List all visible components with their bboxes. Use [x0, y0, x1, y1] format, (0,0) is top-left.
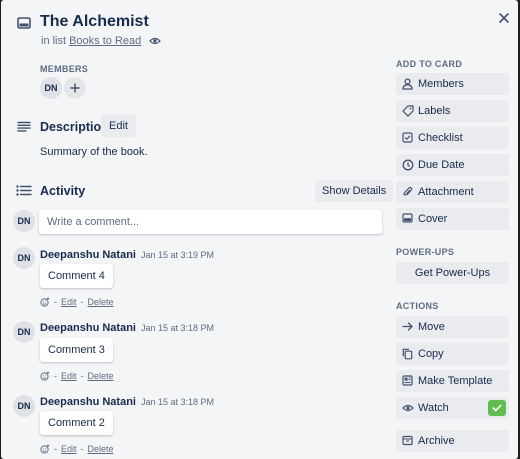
person-icon — [402, 78, 413, 90]
members-button[interactable]: Members — [396, 73, 509, 95]
card-title[interactable]: The Alchemist — [40, 13, 149, 31]
arrow-right-icon — [402, 321, 414, 332]
list-link[interactable]: Books to Read — [69, 35, 141, 47]
card-icon — [17, 17, 31, 29]
labels-button[interactable]: Labels — [396, 100, 509, 122]
copy-button[interactable]: Copy — [396, 343, 509, 365]
make-template-button-label: Make Template — [418, 375, 493, 387]
comment-input[interactable]: Write a comment... — [39, 210, 382, 234]
dash: - — [54, 297, 57, 307]
move-button[interactable]: Move — [396, 316, 509, 338]
add-reaction-icon[interactable] — [40, 371, 50, 381]
separator: - — [80, 444, 84, 454]
comment-timestamp[interactable]: Jan 15 at 3:18 PM — [141, 397, 214, 407]
watch-button-label: Watch — [418, 402, 449, 414]
comment-author-name[interactable]: Deepanshu Natani — [40, 249, 136, 261]
add-to-card-label: ADD TO CARD — [396, 59, 463, 69]
checklist-button-label: Checklist — [418, 132, 463, 144]
dash: - — [54, 371, 57, 381]
cover-button[interactable]: Cover — [396, 208, 509, 230]
cover-button-label: Cover — [418, 213, 448, 225]
description-heading: Description — [40, 120, 109, 134]
current-user-avatar: DN — [13, 210, 35, 232]
eye-icon — [149, 37, 162, 45]
get-power-ups-button[interactable]: Get Power-Ups — [396, 262, 509, 284]
comment-author: Deepanshu Natani Jan 15 at 3:18 PM — [40, 396, 214, 408]
comment-edit-link[interactable]: Edit — [61, 297, 77, 307]
checklist-icon — [402, 132, 413, 143]
comment-avatar: DN — [13, 247, 35, 269]
watching-check-icon — [488, 400, 506, 416]
make-template-button[interactable]: Make Template — [396, 370, 509, 392]
comment-author: Deepanshu Natani Jan 15 at 3:18 PM — [40, 322, 214, 334]
move-button-label: Move — [418, 321, 445, 333]
show-details-button[interactable]: Show Details — [315, 180, 394, 202]
archive-button-label: Archive — [418, 435, 455, 447]
comment-actions: - Edit - Delete — [40, 297, 114, 307]
activity-heading: Activity — [40, 184, 86, 198]
comment-delete-link[interactable]: Delete — [88, 371, 114, 381]
clock-icon — [402, 159, 414, 171]
close-icon[interactable] — [497, 11, 511, 25]
comment-avatar: DN — [13, 321, 35, 343]
comment-timestamp[interactable]: Jan 15 at 3:19 PM — [141, 250, 214, 260]
archive-button[interactable]: Archive — [396, 430, 509, 452]
comment-text: Comment 4 — [40, 264, 113, 288]
in-list-prefix: in list — [41, 35, 67, 47]
comment-edit-link[interactable]: Edit — [61, 371, 77, 381]
add-reaction-icon[interactable] — [40, 297, 50, 307]
due-date-button[interactable]: Due Date — [396, 154, 509, 176]
actions-label: ACTIONS — [396, 301, 439, 311]
comment-actions: - Edit - Delete — [40, 444, 114, 454]
checklist-button[interactable]: Checklist — [396, 127, 509, 149]
watch-button[interactable]: Watch — [396, 397, 509, 419]
archive-icon — [402, 435, 413, 446]
copy-button-label: Copy — [418, 348, 444, 360]
description-icon — [17, 121, 31, 132]
comment-author-name[interactable]: Deepanshu Natani — [40, 322, 136, 334]
comment-edit-link[interactable]: Edit — [61, 444, 77, 454]
comment-author-name[interactable]: Deepanshu Natani — [40, 396, 136, 408]
description-text[interactable]: Summary of the book. — [40, 146, 148, 158]
description-edit-button[interactable]: Edit — [101, 115, 136, 137]
members-button-label: Members — [418, 78, 464, 90]
tag-icon — [402, 105, 414, 117]
list-breadcrumb: in list Books to Read — [41, 35, 162, 47]
template-icon — [402, 375, 413, 386]
comment-delete-link[interactable]: Delete — [88, 297, 114, 307]
power-ups-label: POWER-UPS — [396, 247, 455, 257]
comment-actions: - Edit - Delete — [40, 371, 114, 381]
comment-text: Comment 3 — [40, 338, 113, 362]
cover-icon — [402, 213, 413, 223]
attachment-button-label: Attachment — [418, 186, 474, 198]
copy-icon — [402, 348, 413, 360]
comment-delete-link[interactable]: Delete — [88, 444, 114, 454]
separator: - — [80, 371, 84, 381]
labels-button-label: Labels — [418, 105, 451, 117]
separator: - — [80, 297, 84, 307]
card-detail-modal: The Alchemist in list Books to Read MEMB… — [1, 0, 518, 459]
eye-icon — [402, 404, 414, 412]
members-label: MEMBERS — [40, 64, 89, 74]
member-avatar[interactable]: DN — [40, 77, 62, 99]
plus-icon — [70, 83, 80, 93]
attachment-button[interactable]: Attachment — [396, 181, 509, 203]
dash: - — [54, 444, 57, 454]
activity-icon — [16, 185, 32, 196]
comment-author: Deepanshu Natani Jan 15 at 3:19 PM — [40, 249, 214, 261]
comment-text: Comment 2 — [40, 411, 113, 435]
due-date-button-label: Due Date — [418, 159, 465, 171]
comment-timestamp[interactable]: Jan 15 at 3:18 PM — [141, 323, 214, 333]
comment-avatar: DN — [13, 395, 35, 417]
add-reaction-icon[interactable] — [40, 444, 50, 454]
paperclip-icon — [402, 186, 413, 198]
add-member-button[interactable] — [64, 77, 86, 99]
